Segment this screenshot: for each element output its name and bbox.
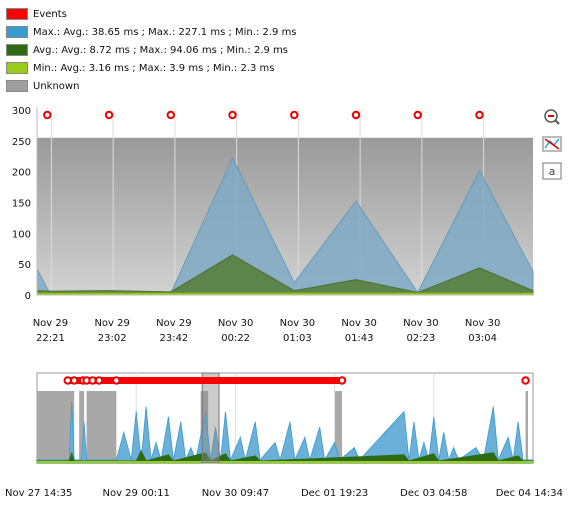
overview-x-tick-label: Nov 27 14:35 [5,488,72,499]
legend-swatch [6,80,28,92]
y-tick-label: 300 [12,106,31,117]
x-tick-label: 23:42 [159,333,188,344]
event-marker [337,376,347,385]
event-marker [94,376,104,385]
event-marker [112,376,121,385]
legend-swatch [6,44,28,56]
overview-x-tick-label: Dec 04 14:34 [496,488,563,499]
y-tick-label: 200 [12,168,31,179]
event-marker [43,110,52,120]
legend-label: Avg.: Avg.: 8.72 ms ; Max.: 94.06 ms ; M… [33,44,289,56]
x-tick-label: 22:21 [36,333,65,344]
x-tick-label: Nov 29 [156,318,191,329]
x-tick-label: Nov 30 [403,318,438,329]
x-tick-label: 00:22 [221,333,250,344]
overview-x-tick-label: Dec 03 04:58 [400,488,467,499]
unknown-range [86,391,117,463]
event-marker [413,110,422,120]
x-tick-label: Nov 30 [341,318,376,329]
event-marker [290,110,299,120]
overview-min-area [37,461,533,463]
event-marker [475,110,484,120]
legend-swatch [6,62,28,74]
event-band [66,377,343,384]
legend-item[interactable]: Max.: Avg.: 38.65 ms ; Max.: 227.1 ms ; … [6,23,297,41]
legend: Events Max.: Avg.: 38.65 ms ; Max.: 227.1… [6,5,297,95]
overview-x-tick-label: Dec 01 19:23 [301,488,368,499]
x-tick-label: 02:23 [406,333,435,344]
legend-item[interactable]: Avg.: Avg.: 8.72 ms ; Max.: 94.06 ms ; M… [6,41,297,59]
overview-x-tick-label: Nov 30 09:47 [202,488,269,499]
legend-item[interactable]: Events [6,5,297,23]
x-tick-label: 23:02 [98,333,127,344]
legend-label: Max.: Avg.: 38.65 ms ; Max.: 227.1 ms ; … [33,26,297,38]
y-tick-label: 0 [25,291,31,302]
y-tick-label: 150 [12,199,31,210]
unknown-range [525,391,529,463]
y-tick-label: 100 [12,229,31,240]
event-marker [104,110,114,120]
x-tick-label: Nov 30 [218,318,253,329]
legend-swatch [6,26,28,38]
event-marker [228,110,237,120]
x-tick-label: 03:04 [468,333,497,344]
event-marker [70,376,79,385]
x-tick-label: Nov 29 [94,318,129,329]
legend-item[interactable]: Unknown [6,77,297,95]
overview-chart[interactable]: Nov 27 14:35 Nov 29 00:11 Nov 30 09:47 Dec … [0,365,577,510]
selection-window [201,372,220,464]
event-marker [63,376,72,385]
y-tick-label: 250 [12,137,31,148]
legend-swatch [6,8,28,20]
overview-x-tick-label: Nov 29 00:11 [102,488,169,499]
x-tick-label: Nov 30 [465,318,500,329]
event-marker [351,110,361,120]
x-tick-label: Nov 29 [33,318,68,329]
event-marker [521,376,530,385]
event-marker [166,110,175,120]
x-tick-label: 01:43 [345,333,374,344]
legend-label: Min.: Avg.: 3.16 ms ; Max.: 3.9 ms ; Min… [33,62,275,74]
unknown-range [37,391,75,463]
x-tick-label: Nov 30 [280,318,315,329]
legend-label: Unknown [33,80,80,92]
event-marker [88,376,97,385]
x-tick-label: 01:03 [283,333,312,344]
y-tick-label: 50 [18,260,31,271]
legend-label: Events [33,8,67,20]
legend-item[interactable]: Min.: Avg.: 3.16 ms ; Max.: 3.9 ms ; Min… [6,59,297,77]
